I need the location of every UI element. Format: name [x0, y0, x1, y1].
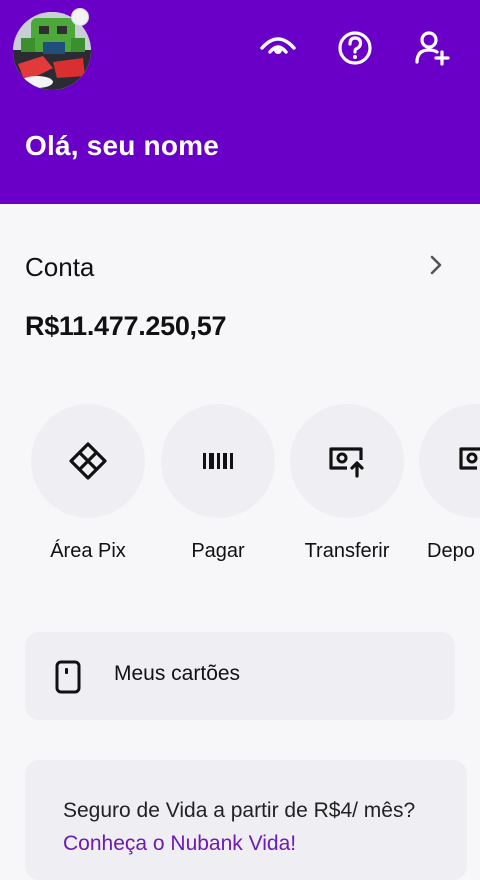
action-label: Transferir	[304, 540, 390, 562]
account-balance: R$11.477.250,57	[25, 311, 227, 341]
deposit-icon	[459, 447, 480, 470]
chevron-right-icon[interactable]	[424, 252, 448, 278]
my-cards-button[interactable]: Meus cartões	[25, 632, 455, 720]
greeting: Olá, seu nome	[25, 130, 219, 161]
avatar-status-dot	[71, 8, 89, 26]
action-pix[interactable]: Área Pix	[31, 404, 145, 574]
my-cards-label: Meus cartões	[114, 662, 241, 685]
promo-text: Seguro de Vida a partir de R$4/ mês? Con…	[63, 794, 423, 860]
promo-link[interactable]: Conheça o Nubank Vida!	[63, 832, 296, 855]
eye-icon[interactable]	[258, 28, 298, 68]
action-label: Depo	[427, 540, 475, 562]
promo-card[interactable]: Seguro de Vida a partir de R$4/ mês? Con…	[25, 760, 467, 880]
barcode-icon	[203, 453, 233, 469]
card-icon	[55, 660, 81, 694]
action-deposit[interactable]: Depo	[419, 404, 480, 574]
action-label: Pagar	[191, 540, 245, 562]
action-transfer[interactable]: Transferir	[290, 404, 404, 574]
help-icon[interactable]	[335, 28, 375, 68]
promo-body: Seguro de Vida a partir de R$4/ mês?	[63, 799, 416, 822]
action-pay[interactable]: Pagar	[161, 404, 275, 574]
account-title[interactable]: Conta	[25, 252, 94, 283]
action-label: Área Pix	[50, 540, 126, 562]
pix-icon	[69, 442, 107, 480]
add-user-icon[interactable]	[412, 28, 452, 68]
transfer-icon	[329, 447, 364, 478]
header: Olá, seu nome	[0, 0, 480, 204]
